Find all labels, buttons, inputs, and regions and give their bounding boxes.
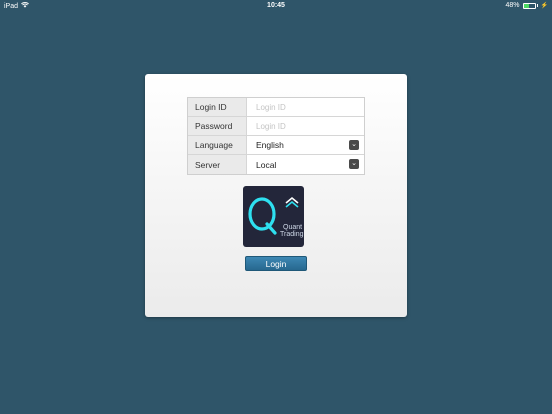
server-select[interactable]: Local ⌄	[247, 155, 364, 174]
server-label: Server	[188, 155, 247, 174]
language-label: Language	[188, 136, 247, 154]
server-row: Server Local ⌄	[188, 155, 364, 174]
battery-tip	[536, 4, 538, 7]
quant-trading-logo: Quant Trading	[243, 186, 304, 247]
language-value: English	[256, 140, 284, 150]
logo-line2: Trading	[280, 231, 304, 238]
login-id-field-wrap	[247, 98, 364, 116]
status-time: 10:45	[267, 2, 285, 9]
server-value: Local	[256, 159, 277, 170]
login-form: Login ID Password Language English ⌄ Ser…	[187, 97, 365, 175]
password-input[interactable]	[247, 117, 364, 135]
login-id-input[interactable]	[247, 98, 364, 116]
battery-icon	[522, 2, 536, 9]
chevron-down-icon[interactable]: ⌄	[349, 140, 359, 150]
login-id-row: Login ID	[188, 98, 364, 117]
password-field-wrap	[247, 117, 364, 135]
login-button[interactable]: Login	[245, 256, 307, 271]
password-row: Password	[188, 117, 364, 136]
battery-fill	[523, 3, 529, 8]
password-label: Password	[188, 117, 247, 135]
battery-percent: 48%	[505, 2, 520, 9]
status-right: 48% ⚡	[506, 2, 549, 9]
status-bar: iPad 10:45 48% ⚡	[0, 0, 552, 12]
login-id-label: Login ID	[188, 98, 247, 116]
charging-icon: ⚡	[540, 3, 548, 9]
login-panel: Login ID Password Language English ⌄ Ser…	[145, 74, 407, 317]
logo-line1: Quant	[283, 224, 302, 231]
chevron-down-icon[interactable]: ⌄	[349, 159, 359, 169]
language-row: Language English ⌄	[188, 136, 364, 155]
language-select[interactable]: English ⌄	[247, 136, 364, 154]
